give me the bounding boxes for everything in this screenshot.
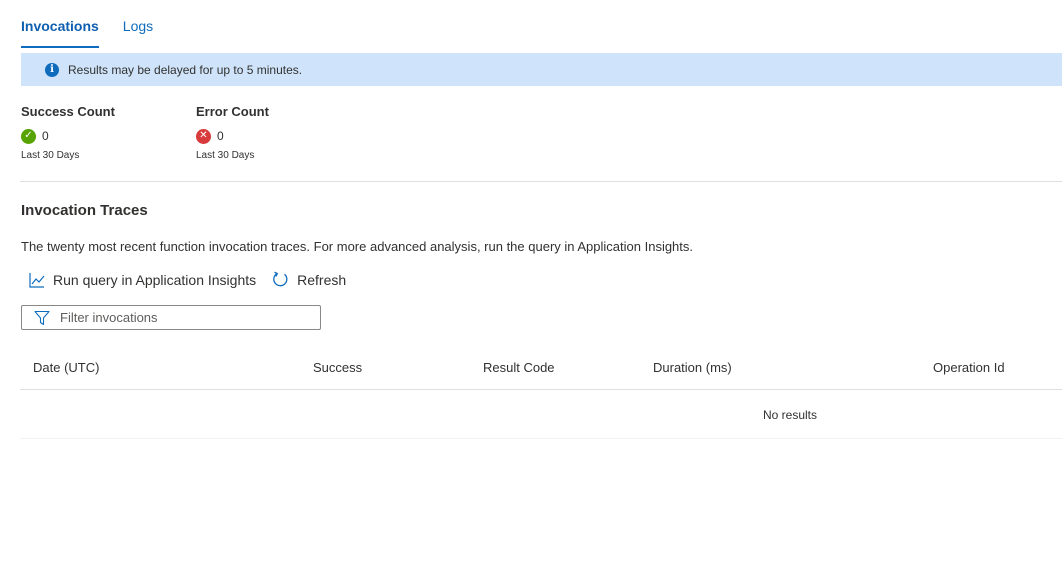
tab-invocations[interactable]: Invocations [21,0,99,48]
traces-table-header: Date (UTC) Success Result Code Duration … [20,346,1062,390]
success-count-value: 0 [42,129,49,143]
error-count-stat: Error Count ✕ 0 Last 30 Days [196,104,269,161]
error-count-value-row: ✕ 0 [196,128,269,144]
refresh-button[interactable]: Refresh [272,271,346,288]
info-banner: i Results may be delayed for up to 5 min… [21,53,1062,86]
invocation-traces-description: The twenty most recent function invocati… [21,239,694,254]
no-results-message: No results [763,408,818,422]
run-query-label: Run query in Application Insights [53,271,257,288]
invocation-traces-title: Invocation Traces [21,202,148,219]
filter-invocations-input[interactable] [58,309,302,326]
column-header-operation-id[interactable]: Operation Id [933,360,1005,375]
column-header-duration[interactable]: Duration (ms) [653,360,732,375]
error-circle-icon: ✕ [196,128,211,144]
column-header-date[interactable]: Date (UTC) [33,360,99,375]
column-header-success[interactable]: Success [313,360,362,375]
error-count-value: 0 [217,129,224,143]
tab-bar: Invocations Logs [21,0,177,48]
refresh-label: Refresh [297,271,347,288]
tab-logs[interactable]: Logs [123,0,153,48]
traces-toolbar: Run query in Application Insights Refres… [29,271,362,288]
success-count-period: Last 30 Days [21,150,80,161]
run-query-button[interactable]: Run query in Application Insights [29,272,256,288]
function-monitor-page: Invocations Logs i Results may be delaye… [0,0,1062,577]
traces-table-body: No results [20,390,1062,439]
error-count-title: Error Count [196,104,269,119]
check-circle-icon: ✓ [21,128,36,144]
success-count-title: Success Count [21,104,115,119]
column-header-result-code[interactable]: Result Code [483,360,555,375]
error-count-period: Last 30 Days [196,150,255,161]
refresh-icon [273,271,288,287]
filter-box [21,305,321,330]
banner-text: Results may be delayed for up to 5 minut… [68,62,303,77]
success-count-value-row: ✓ 0 [21,128,115,144]
line-chart-icon [29,272,45,288]
info-icon: i [45,62,59,77]
success-count-stat: Success Count ✓ 0 Last 30 Days [21,104,115,161]
filter-icon [34,310,50,325]
section-divider [20,181,1062,182]
